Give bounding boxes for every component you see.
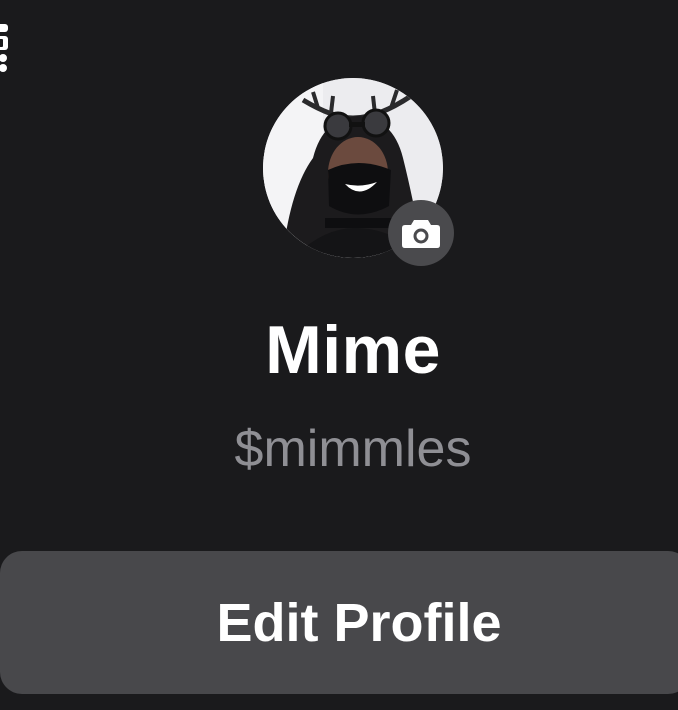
profile-screen: Mime $mimmles Edit Profile (0, 0, 678, 710)
change-photo-button[interactable] (388, 200, 454, 266)
edit-profile-button[interactable]: Edit Profile (0, 551, 678, 694)
camera-icon (402, 220, 440, 248)
qr-code-icon[interactable] (0, 22, 10, 78)
cashtag: $mimmles (234, 420, 472, 478)
avatar-container[interactable] (263, 78, 454, 266)
display-name: Mime (265, 312, 441, 388)
